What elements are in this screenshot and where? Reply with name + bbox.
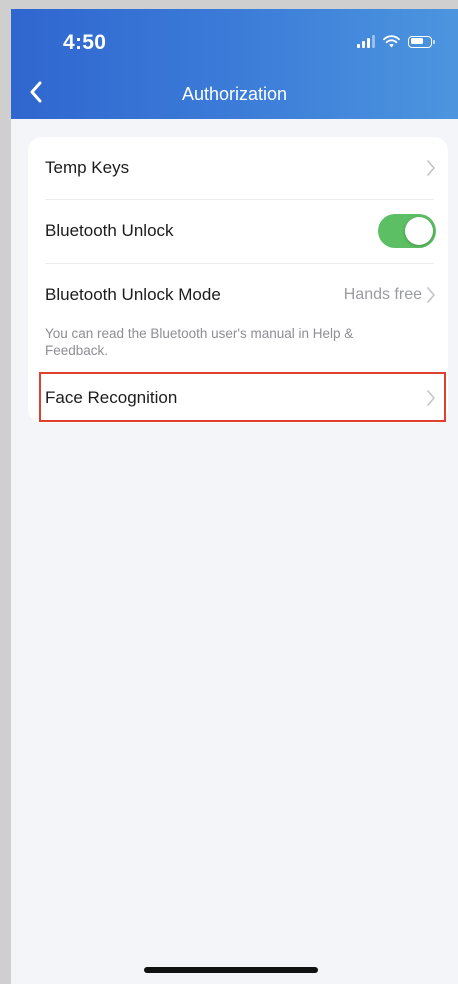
signal-icon bbox=[357, 35, 375, 48]
bluetooth-unlock-mode-label: Bluetooth Unlock Mode bbox=[45, 285, 221, 304]
status-time: 4:50 bbox=[63, 31, 107, 54]
screenshot-frame: 4:50 Authorization Temp Keys Bluetooth U… bbox=[0, 0, 458, 984]
home-indicator bbox=[144, 967, 318, 973]
status-icons bbox=[357, 35, 435, 48]
bluetooth-unlock-toggle[interactable] bbox=[378, 214, 436, 248]
phone-screen: 4:50 Authorization Temp Keys Bluetooth U… bbox=[11, 9, 458, 984]
page-title: Authorization bbox=[181, 84, 288, 104]
bluetooth-unlock-label: Bluetooth Unlock bbox=[45, 221, 174, 240]
temp-keys-label: Temp Keys bbox=[45, 158, 130, 177]
help-hint-text: You can read the Bluetooth user's manual… bbox=[45, 326, 354, 358]
chevron-right-icon bbox=[427, 160, 435, 176]
chevron-right-icon bbox=[427, 287, 435, 303]
wifi-icon bbox=[383, 35, 400, 48]
battery-icon bbox=[408, 35, 435, 48]
header-bar: 4:50 Authorization bbox=[11, 9, 458, 119]
temp-keys-row[interactable]: Temp Keys bbox=[45, 137, 448, 199]
bluetooth-unlock-mode-value: Hands free bbox=[343, 286, 422, 303]
toggle-knob bbox=[405, 217, 433, 245]
face-recognition-highlight bbox=[39, 372, 446, 422]
bluetooth-unlock-mode-row[interactable]: Bluetooth Unlock Mode Hands free bbox=[45, 264, 448, 326]
bluetooth-unlock-row: Bluetooth Unlock bbox=[45, 200, 448, 262]
